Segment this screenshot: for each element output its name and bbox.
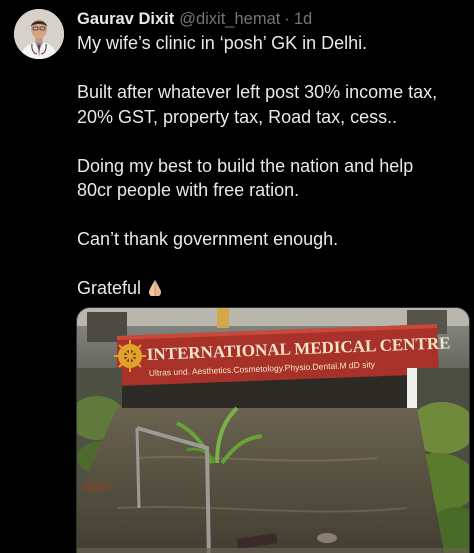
tweet-paragraph: Can’t thank government enough. [77,227,469,252]
avatar[interactable] [14,9,64,59]
tweet[interactable]: Gaurav Dixit @dixit_hemat · 1d My wife’s cl… [0,0,474,553]
tweet-paragraph: My wife’s clinic in ‘posh’ GK in Delhi. [77,31,469,56]
tweet-line: Doing my best to build the nation and he… [77,155,414,176]
tweet-line: Built after whatever left post 30% incom… [77,82,438,102]
tweet-paragraph: Doing my best to build the nation and he… [77,154,469,203]
tweet-paragraph: Built after whatever left post 30% incom… [77,80,469,129]
tweet-line: 80cr people with free ration. [77,180,300,200]
display-name[interactable]: Gaurav Dixit [77,10,174,28]
tweet-text: My wife’s clinic in ‘posh’ GK in Delhi. … [77,31,469,301]
tweet-line: Grateful [77,278,142,298]
tweet-header: Gaurav Dixit @dixit_hemat · 1d [77,9,312,29]
tweet-photo[interactable]: INTERNATIONAL MEDICAL CENTRE Ultras und.… [76,307,470,553]
tweet-line: Can’t thank government enough. [77,229,339,249]
timestamp[interactable]: 1d [294,10,312,28]
tweet-line: My wife’s clinic in ‘posh’ GK in Delhi. [77,33,368,53]
folded-hands-emoji [145,278,165,298]
tweet-line: 20% GST, property tax, Road tax, cess.. [77,106,398,127]
separator-dot: · [284,10,290,28]
tweet-paragraph: Grateful [77,276,469,301]
user-handle[interactable]: @dixit_hemat [179,10,280,28]
